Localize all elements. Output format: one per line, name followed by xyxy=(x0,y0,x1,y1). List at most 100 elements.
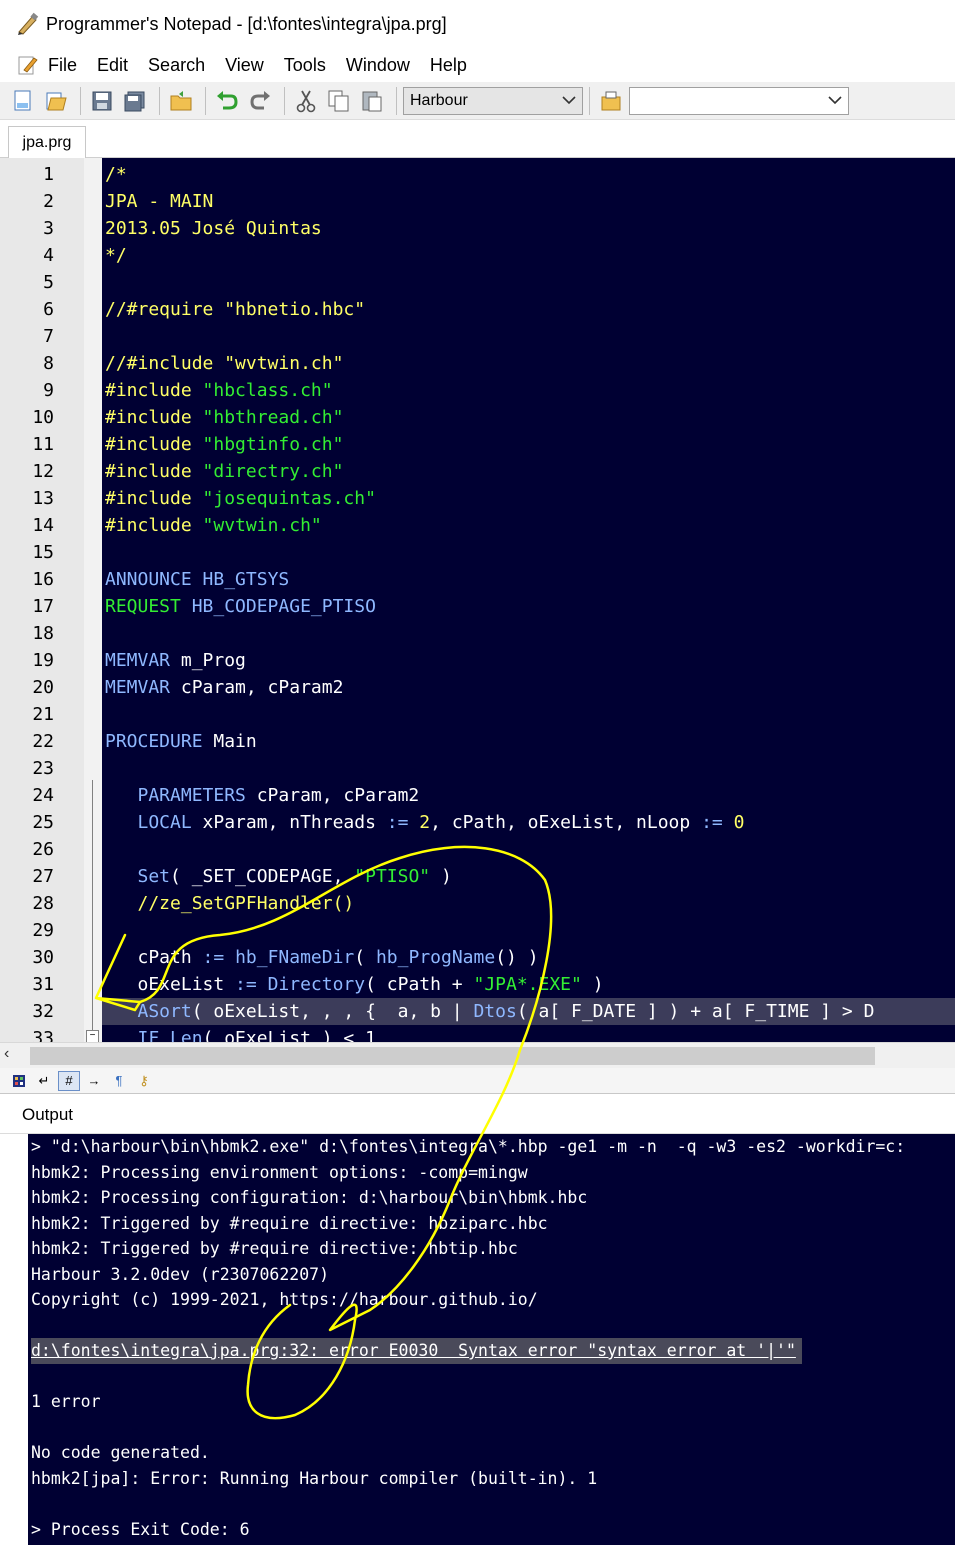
undo-icon[interactable] xyxy=(212,86,242,116)
code-line[interactable]: 10 #include "hbthread.ch" xyxy=(0,404,955,431)
menu-edit[interactable]: Edit xyxy=(97,55,128,76)
code-line[interactable]: 1 /* xyxy=(0,161,955,188)
code-token: ANNOUNCE xyxy=(105,569,203,590)
pilcrow-icon[interactable]: ¶ xyxy=(108,1071,130,1091)
title-bar: Programmer's Notepad - [d:\fontes\integr… xyxy=(0,0,955,48)
code-line[interactable]: 6 //#require "hbnetio.hbc" xyxy=(0,296,955,323)
toolbar: Harbour xyxy=(0,82,955,120)
code-text: oExeList := Directory( cPath + "JPA*.EXE… xyxy=(105,971,604,998)
scheme-select[interactable]: Harbour xyxy=(403,86,583,115)
code-line[interactable]: 4 */ xyxy=(0,242,955,269)
save-icon[interactable] xyxy=(87,86,117,116)
menu-file[interactable]: File xyxy=(48,55,77,76)
line-number: 3 xyxy=(43,218,54,239)
function-select[interactable] xyxy=(629,86,849,115)
code-token: ( _SET_CODEPAGE, xyxy=(170,866,355,887)
code-token: ) xyxy=(581,974,604,995)
code-token: #include xyxy=(105,380,203,401)
menu-tools[interactable]: Tools xyxy=(284,55,326,76)
code-line[interactable]: 25 LOCAL xParam, nThreads := 2, cPath, o… xyxy=(0,809,955,836)
code-line[interactable]: 22 PROCEDURE Main xyxy=(0,728,955,755)
code-text: MEMVAR cParam, cParam2 xyxy=(105,674,343,701)
code-token: "hbclass.ch" xyxy=(202,380,333,401)
code-line[interactable]: 11 #include "hbgtinfo.ch" xyxy=(0,431,955,458)
scrollbar-thumb[interactable] xyxy=(30,1047,875,1065)
output-view-icon[interactable] xyxy=(8,1071,30,1091)
output-line: hbmk2: Triggered by #require directive: … xyxy=(31,1239,518,1258)
line-numbers-icon[interactable]: # xyxy=(58,1070,80,1091)
code-line[interactable]: 31 oExeList := Directory( cPath + "JPA*.… xyxy=(0,971,955,998)
code-line[interactable]: 23 xyxy=(0,755,955,782)
code-line[interactable]: 17 REQUEST HB_CODEPAGE_PTISO xyxy=(0,593,955,620)
menu-window[interactable]: Window xyxy=(346,55,410,76)
line-number: 8 xyxy=(43,353,54,374)
line-number: 27 xyxy=(32,866,54,887)
code-token: Directory xyxy=(267,974,366,995)
code-line[interactable]: 5 xyxy=(0,269,955,296)
horizontal-scrollbar[interactable]: ‹ xyxy=(0,1042,955,1068)
tab-jpa-prg[interactable]: jpa.prg xyxy=(8,126,86,158)
code-line[interactable]: 26 xyxy=(0,836,955,863)
output-line: 1 error xyxy=(31,1392,101,1411)
code-token: xParam, nThreads xyxy=(202,812,387,833)
save-all-icon[interactable] xyxy=(120,86,150,116)
output-panel[interactable]: > "d:\harbour\bin\hbmk2.exe" d:\fontes\i… xyxy=(0,1134,955,1545)
code-line[interactable]: 29 xyxy=(0,917,955,944)
code-line[interactable]: 14 #include "wvtwin.ch" xyxy=(0,512,955,539)
code-line[interactable]: 28 //ze_SetGPFHandler() xyxy=(0,890,955,917)
code-line[interactable]: 15 xyxy=(0,539,955,566)
code-line[interactable]: 33 IF Len( oExeList ) < 1 xyxy=(0,1025,955,1042)
code-text: IF Len( oExeList ) < 1 xyxy=(105,1025,376,1042)
code-line[interactable]: 19 MEMVAR m_Prog xyxy=(0,647,955,674)
copy-icon[interactable] xyxy=(324,86,354,116)
word-wrap-icon[interactable]: ↵ xyxy=(33,1071,55,1091)
line-number: 22 xyxy=(32,731,54,752)
code-line[interactable]: 9 #include "hbclass.ch" xyxy=(0,377,955,404)
key-icon[interactable]: ⚷ xyxy=(133,1071,155,1091)
menu-help[interactable]: Help xyxy=(430,55,467,76)
code-line[interactable]: 32 ASort( oExeList, , , { a, b | Dtos( a… xyxy=(0,998,955,1025)
line-number: 15 xyxy=(32,542,54,563)
code-line[interactable]: 30 cPath := hb_FNameDir( hb_ProgName() ) xyxy=(0,944,955,971)
output-line: hbmk2[jpa]: Error: Running Harbour compi… xyxy=(31,1468,598,1488)
code-line[interactable]: 12 #include "directry.ch" xyxy=(0,458,955,485)
code-text: LOCAL xParam, nThreads := 2, cPath, oExe… xyxy=(105,809,745,836)
tab-arrow-icon[interactable]: → xyxy=(83,1071,105,1091)
code-line[interactable]: 27 Set( _SET_CODEPAGE, "PTISO" ) xyxy=(0,863,955,890)
code-line[interactable]: 8 //#include "wvtwin.ch" xyxy=(0,350,955,377)
code-token: "wvtwin.ch" xyxy=(202,515,322,536)
code-line[interactable]: 16 ANNOUNCE HB_GTSYS xyxy=(0,566,955,593)
new-file-icon[interactable] xyxy=(8,86,38,116)
redo-icon[interactable] xyxy=(245,86,275,116)
cut-icon[interactable] xyxy=(291,86,321,116)
document-edit-icon xyxy=(14,52,40,78)
code-line[interactable]: 3 2013.05 José Quintas xyxy=(0,215,955,242)
error-message-line[interactable]: d:\fontes\integra\jpa.prg:32: error E003… xyxy=(31,1338,802,1364)
line-number: 33 xyxy=(32,1028,54,1042)
code-line[interactable]: 2 JPA - MAIN xyxy=(0,188,955,215)
code-line[interactable]: 7 xyxy=(0,323,955,350)
chevron-down-icon xyxy=(828,92,842,110)
code-line[interactable]: 24 PARAMETERS cParam, cParam2 xyxy=(0,782,955,809)
menu-view[interactable]: View xyxy=(225,55,264,76)
code-token: //#require "hbnetio.hbc" xyxy=(105,299,366,320)
line-number: 1 xyxy=(43,164,54,185)
code-token: #include xyxy=(105,407,203,428)
code-token: MEMVAR xyxy=(105,677,181,698)
line-number: 28 xyxy=(32,893,54,914)
code-text: PARAMETERS cParam, cParam2 xyxy=(105,782,420,809)
menu-search[interactable]: Search xyxy=(148,55,205,76)
projects-icon[interactable] xyxy=(596,86,626,116)
fold-toggle[interactable]: − xyxy=(86,1030,99,1042)
folder-icon[interactable] xyxy=(166,86,196,116)
open-file-icon[interactable] xyxy=(41,86,71,116)
code-line[interactable]: 13 #include "josequintas.ch" xyxy=(0,485,955,512)
line-number: 19 xyxy=(32,650,54,671)
paste-icon[interactable] xyxy=(357,86,387,116)
code-editor[interactable]: 1 /* 2 JPA - MAIN 3 2013.05 José Quintas 4 */ 5 6… xyxy=(0,158,955,1042)
scroll-left-icon[interactable]: ‹ xyxy=(4,1045,9,1063)
code-token: PROCEDURE xyxy=(105,731,214,752)
code-line[interactable]: 20 MEMVAR cParam, cParam2 xyxy=(0,674,955,701)
code-line[interactable]: 21 xyxy=(0,701,955,728)
code-line[interactable]: 18 xyxy=(0,620,955,647)
